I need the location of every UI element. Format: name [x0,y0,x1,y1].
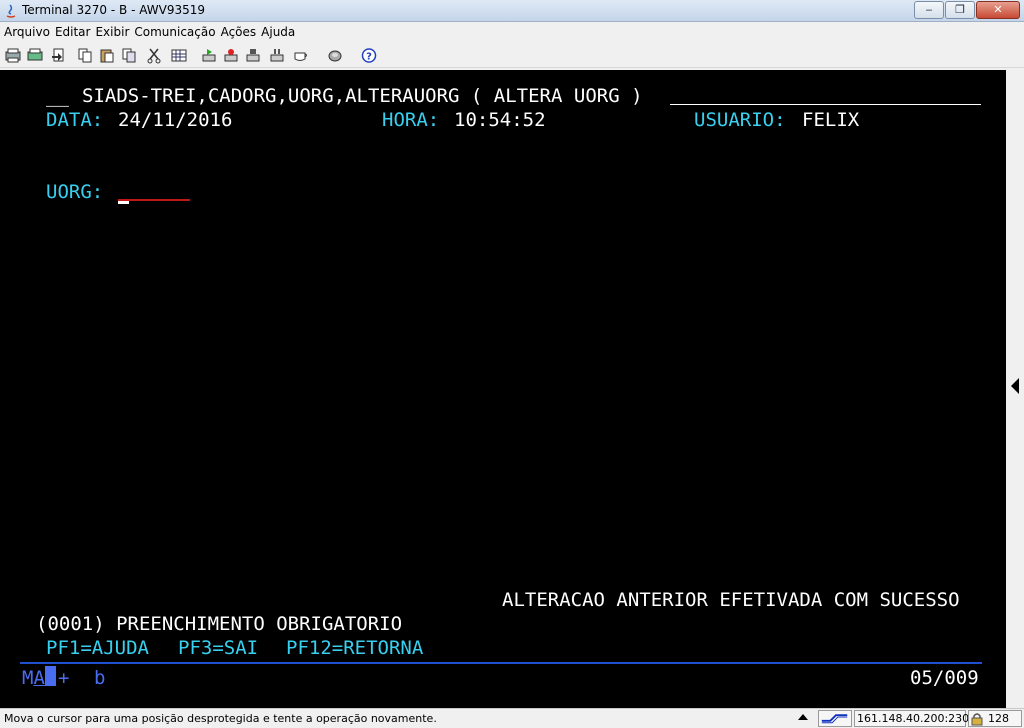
status-message: Mova o cursor para uma posição desproteg… [4,712,437,725]
menu-exibir[interactable]: Exibir [91,22,129,42]
menu-acoes[interactable]: Ações [217,22,257,42]
terminal-screen[interactable]: __ SIADS-TREI,CADORG,UORG,ALTERAUORG ( A… [0,70,1006,708]
date-value: 24/11/2016 [118,109,233,131]
error-message: (0001) PREENCHIMENTO OBRIGATORIO [36,613,403,635]
uorg-label: UORG: [46,181,104,203]
window-title: Terminal 3270 - B - AWV93519 [22,3,206,17]
copy-icon[interactable] [76,47,94,64]
macro-stop-icon[interactable] [244,47,262,64]
oia-insert-indicator: + [58,667,70,689]
macro-record-icon[interactable] [222,47,240,64]
screen-header: SIADS-TREI,CADORG,UORG,ALTERAUORG ( ALTE… [82,85,643,107]
menu-ajuda[interactable]: Ajuda [257,22,295,42]
close-button[interactable]: ✕ [976,1,1020,19]
oia-mode-letter: A [33,667,45,689]
expand-panel-icon[interactable] [1011,378,1019,394]
user-label: USUARIO: [694,109,786,131]
menu-arquivo[interactable]: Arquivo [0,22,50,42]
svg-text:?: ? [366,52,372,63]
copy-append-icon[interactable] [120,47,138,64]
host-address: 161.148.40.200:23000 [857,712,984,725]
time-label: HORA: [382,109,440,131]
status-bar: Mova o cursor para uma posição desproteg… [0,708,1024,728]
minimize-button[interactable]: ‒ [914,1,944,19]
header-rule [670,104,981,105]
pf3-key[interactable]: PF3=SAI [178,636,258,660]
print-screen-icon[interactable] [4,47,22,64]
toolbar: ? [0,44,1024,68]
oia-separator [20,662,982,664]
oia-mode-prefix: M [22,667,34,689]
title-bar: Terminal 3270 - B - AWV93519 ‒ ❐ ✕ [0,0,1024,22]
encryption-bits: 128 [988,712,1009,725]
macro-pause-icon[interactable] [268,47,286,64]
connection-status-icon [818,710,852,727]
java-app-icon [6,4,16,18]
time-value: 10:54:52 [454,109,546,131]
side-panel [1006,70,1024,708]
macro-play-icon[interactable] [200,47,218,64]
screen-header-prefix: __ [46,85,69,107]
help-icon[interactable]: ? [360,47,378,64]
user-value: FELIX [802,109,860,131]
menu-bar: Arquivo Editar Exibir Comunicação Ações … [0,22,1024,42]
pf1-key[interactable]: PF1=AJUDA [46,636,149,660]
success-message: ALTERACAO ANTERIOR EFETIVADA COM SUCESSO [502,589,960,611]
date-label: DATA: [46,109,104,131]
maximize-button[interactable]: ❐ [945,1,975,19]
print-icon[interactable] [26,47,44,64]
lock-icon [971,713,983,726]
paste-icon[interactable] [98,47,116,64]
text-cursor [118,201,129,204]
oia-cursor-position: 05/009 [910,667,979,689]
scroll-up-icon[interactable] [798,714,808,720]
oia-cursor-block [44,666,56,686]
settings-icon[interactable] [326,47,344,64]
oia-keyboard-indicator: b [94,667,106,689]
menu-editar[interactable]: Editar [51,22,91,42]
oia-mode: MA [22,666,56,690]
pf12-key[interactable]: PF12=RETORNA [286,636,423,660]
send-file-icon[interactable] [50,47,68,64]
cut-icon[interactable] [146,47,164,64]
coffee-icon[interactable] [292,47,310,64]
keypad-icon[interactable] [170,47,188,64]
menu-comunicacao[interactable]: Comunicação [130,22,215,42]
